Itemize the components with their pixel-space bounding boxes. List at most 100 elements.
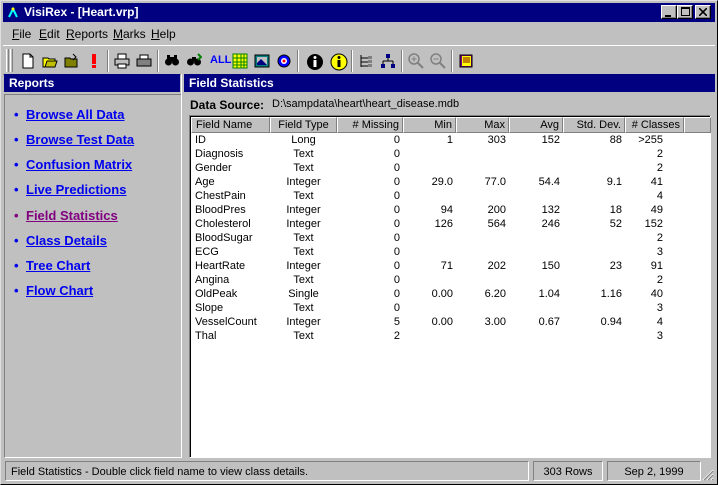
nav-browse-all-data[interactable]: • Browse All Data	[14, 107, 125, 125]
cell-field-type: Integer	[286, 204, 321, 216]
info-button[interactable]	[303, 50, 325, 72]
find-next-button[interactable]	[183, 50, 205, 72]
cell-field-name[interactable]: VesselCount	[195, 316, 270, 330]
menu-file[interactable]: File	[12, 27, 31, 41]
hierarchy-button[interactable]	[377, 50, 399, 72]
cell-max	[456, 232, 506, 246]
image-button[interactable]	[251, 50, 273, 72]
print-button[interactable]	[111, 50, 133, 72]
cell-field-type: Long	[291, 134, 316, 146]
cell-field-name[interactable]: OldPeak	[195, 288, 270, 302]
zoom-out-button[interactable]	[427, 50, 449, 72]
zoom-in-icon	[408, 53, 424, 69]
cell-classes: 2	[656, 274, 663, 286]
col-max[interactable]: Max	[456, 117, 509, 133]
cell-field-name[interactable]: ChestPain	[195, 190, 270, 204]
field-statistics-pane: Field Statistics Data Source: D:\sampdat…	[184, 74, 715, 458]
cell-field-name[interactable]: Gender	[195, 162, 270, 176]
nav-flow-chart[interactable]: • Flow Chart	[14, 283, 93, 301]
cell-field-name[interactable]: Slope	[195, 302, 270, 316]
cell-field-name[interactable]: ECG	[195, 246, 270, 260]
cell-classes: 2	[656, 232, 663, 244]
save-button[interactable]	[61, 50, 83, 72]
cell-avg: 0.67	[538, 316, 560, 328]
cell-max	[456, 302, 506, 316]
col-min[interactable]: Min	[403, 117, 456, 133]
col-field-type[interactable]: Field Type	[270, 117, 337, 133]
cell-field-name[interactable]: Diagnosis	[195, 148, 270, 162]
cell-field-name[interactable]: Cholesterol	[195, 218, 270, 232]
cell-field-type: Text	[293, 302, 314, 314]
menu-help[interactable]: Help	[151, 27, 176, 41]
table-row[interactable]: Slope Text 0 3	[191, 302, 711, 316]
table-row[interactable]: Diagnosis Text 0 2	[191, 148, 711, 162]
table-row[interactable]: Angina Text 0 2	[191, 274, 711, 288]
print-preview-button[interactable]	[133, 50, 155, 72]
cell-std-dev: 18	[609, 204, 622, 216]
all-button[interactable]: ALL	[207, 50, 231, 72]
close-button[interactable]	[695, 5, 711, 19]
table-row[interactable]: ChestPain Text 0 4	[191, 190, 711, 204]
table-row[interactable]: Thal Text 2 3	[191, 330, 711, 344]
menu-edit[interactable]: Edit	[39, 27, 60, 41]
cell-field-name[interactable]: BloodPres	[195, 204, 270, 218]
cell-field-type: Text	[293, 148, 314, 160]
nav-label: Class Details	[26, 233, 107, 248]
nav-tree-chart[interactable]: • Tree Chart	[14, 258, 90, 276]
grid-button[interactable]	[229, 50, 251, 72]
table-header: Field Name Field Type # Missing Min Max …	[191, 117, 711, 133]
reports-list: • Browse All Data • Browse Test Data • Conf…	[4, 94, 182, 458]
cell-min	[403, 330, 453, 344]
col-std-dev[interactable]: Std. Dev.	[563, 117, 625, 133]
cell-max: 6.20	[484, 288, 506, 300]
info-yellow-button[interactable]	[327, 50, 349, 72]
table-row[interactable]: ID Long 0 1 303 152 88 >255	[191, 134, 711, 148]
zoom-in-button[interactable]	[405, 50, 427, 72]
minimize-button[interactable]	[661, 5, 677, 19]
resize-grip-icon[interactable]	[701, 468, 714, 481]
maximize-icon	[680, 7, 690, 16]
cell-avg: 246	[541, 218, 560, 230]
toolbar-grip[interactable]	[6, 49, 9, 72]
nav-class-details[interactable]: • Class Details	[14, 233, 107, 251]
table-row[interactable]: Gender Text 0 2	[191, 162, 711, 176]
open-button[interactable]	[39, 50, 61, 72]
cell-field-name[interactable]: Age	[195, 176, 270, 190]
cell-field-name[interactable]: Thal	[195, 330, 270, 344]
menu-marks[interactable]: Marks	[113, 27, 146, 41]
table-row[interactable]: Cholesterol Integer 0 126 564 246 52 152	[191, 218, 711, 232]
maximize-button[interactable]	[677, 5, 693, 19]
table-row[interactable]: VesselCount Integer 5 0.00 3.00 0.67 0.94 4	[191, 316, 711, 330]
nav-confusion-matrix[interactable]: • Confusion Matrix	[14, 157, 132, 175]
table-row[interactable]: BloodPres Integer 0 94 200 132 18 49	[191, 204, 711, 218]
menu-reports[interactable]: Reports	[66, 27, 108, 41]
cell-field-name[interactable]: HeartRate	[195, 260, 270, 274]
title-bar[interactable]: VisiRex - [Heart.vrp]	[3, 3, 715, 22]
col-classes[interactable]: # Classes	[625, 117, 684, 133]
settings-button[interactable]	[273, 50, 295, 72]
alert-button[interactable]	[83, 50, 105, 72]
cell-std-dev: 52	[609, 218, 622, 230]
col-field-name[interactable]: Field Name	[191, 117, 270, 133]
cell-field-name[interactable]: ID	[195, 134, 270, 148]
nav-live-predictions[interactable]: • Live Predictions	[14, 182, 126, 200]
table-row[interactable]: BloodSugar Text 0 2	[191, 232, 711, 246]
data-source: Data Source: D:\sampdata\heart\heart_dis…	[184, 95, 715, 113]
cell-field-name[interactable]: BloodSugar	[195, 232, 270, 246]
tree-button[interactable]	[355, 50, 377, 72]
table-row[interactable]: Age Integer 0 29.0 77.0 54.4 9.1 41	[191, 176, 711, 190]
table-row[interactable]: OldPeak Single 0 0.00 6.20 1.04 1.16 40	[191, 288, 711, 302]
nav-browse-test-data[interactable]: • Browse Test Data	[14, 132, 134, 150]
data-source-path: D:\sampdata\heart\heart_disease.mdb	[272, 98, 460, 110]
cell-field-name[interactable]: Angina	[195, 274, 270, 288]
cell-min	[403, 302, 453, 316]
toolbar-grip[interactable]	[10, 49, 13, 72]
nav-field-statistics[interactable]: • Field Statistics	[14, 208, 118, 226]
col-avg[interactable]: Avg	[509, 117, 563, 133]
find-button[interactable]	[161, 50, 183, 72]
table-row[interactable]: ECG Text 0 3	[191, 246, 711, 260]
new-button[interactable]	[17, 50, 39, 72]
book-button[interactable]	[455, 50, 477, 72]
col-missing[interactable]: # Missing	[337, 117, 403, 133]
table-row[interactable]: HeartRate Integer 0 71 202 150 23 91	[191, 260, 711, 274]
